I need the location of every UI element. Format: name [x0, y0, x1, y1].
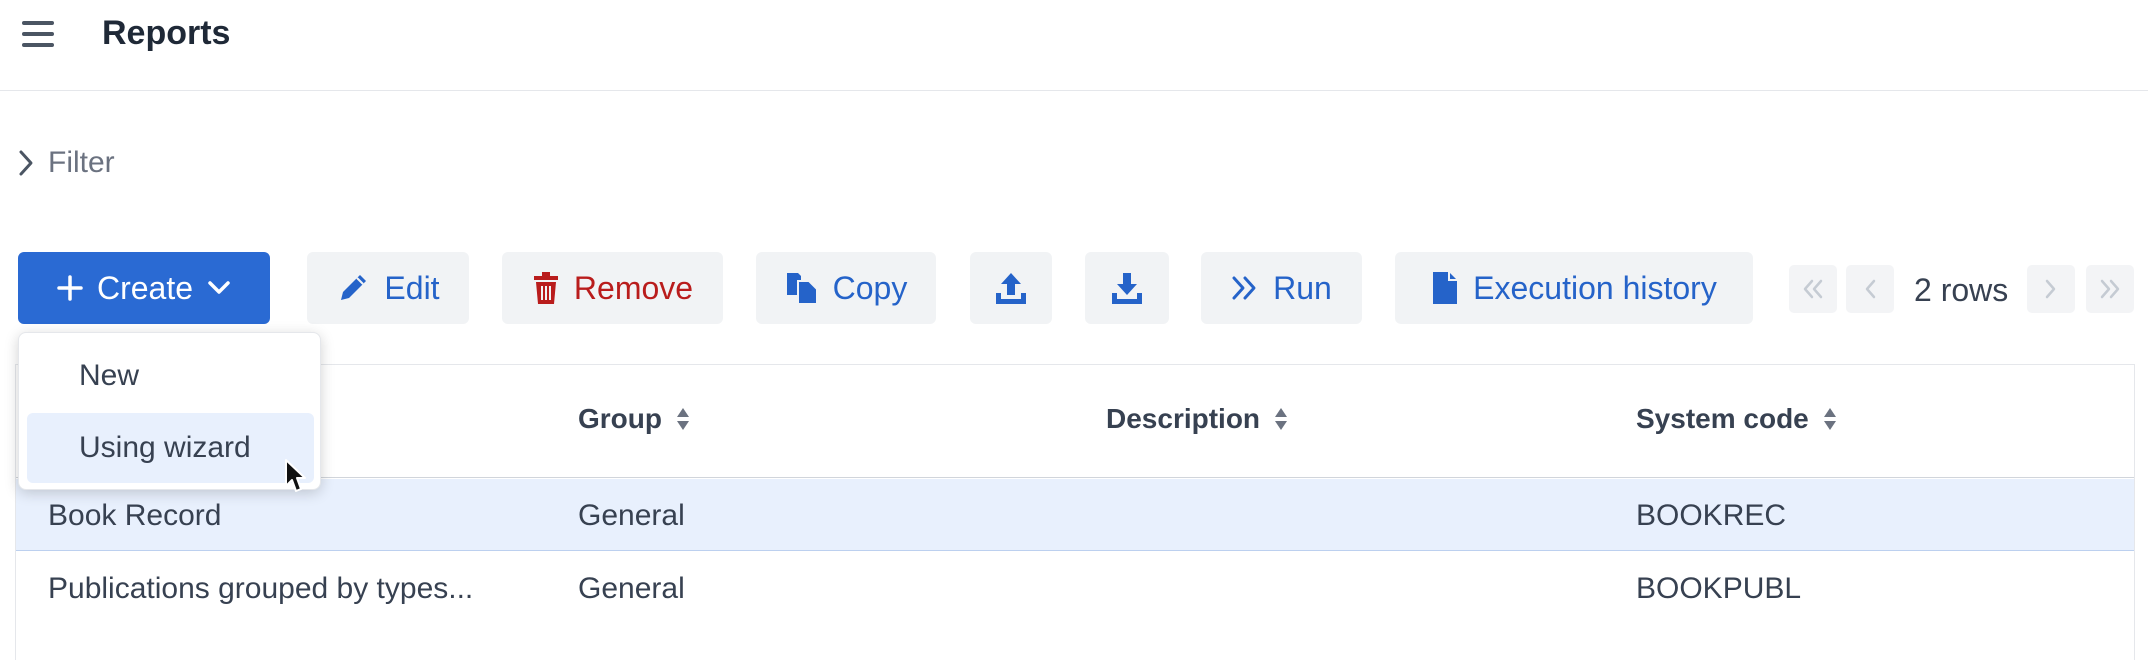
app-header: Reports — [0, 0, 2148, 91]
export-button[interactable] — [970, 252, 1052, 324]
run-label: Run — [1273, 269, 1332, 306]
filter-toggle[interactable]: Filter — [18, 146, 115, 180]
sort-icon — [1823, 408, 1836, 430]
chevron-right-icon — [2045, 279, 2056, 299]
cell-group: General — [578, 572, 685, 605]
copy-label: Copy — [832, 269, 908, 306]
remove-button[interactable]: Remove — [502, 252, 723, 324]
cell-group: General — [578, 499, 685, 532]
remove-label: Remove — [573, 269, 694, 306]
create-label: Create — [96, 269, 194, 306]
double-chevron-right-icon — [1232, 276, 1256, 300]
cell-system-code: BOOKREC — [1636, 499, 1787, 532]
table-row[interactable]: Publications grouped by types... General… — [16, 552, 2134, 624]
execution-history-label: Execution history — [1473, 269, 1717, 306]
sort-icon — [1275, 408, 1288, 430]
hamburger-menu-icon[interactable] — [22, 14, 62, 54]
import-button[interactable] — [1085, 252, 1169, 324]
first-page-button[interactable] — [1789, 265, 1837, 313]
run-button[interactable]: Run — [1201, 252, 1362, 324]
upload-icon — [996, 273, 1026, 304]
copy-button[interactable]: Copy — [756, 252, 936, 324]
chevron-down-icon — [208, 281, 230, 294]
download-icon — [1112, 273, 1142, 304]
menu-item-new[interactable]: New — [27, 341, 314, 411]
edit-label: Edit — [384, 269, 440, 306]
pencil-icon — [341, 275, 367, 300]
last-page-button[interactable] — [2086, 265, 2134, 313]
reports-table: Group Description System code Book Recor… — [15, 364, 2135, 660]
filter-label: Filter — [48, 146, 115, 179]
cell-system-code: BOOKPUBL — [1636, 572, 1802, 605]
table-row[interactable]: Book Record General BOOKREC — [16, 479, 2134, 551]
create-button[interactable]: Create — [18, 252, 270, 324]
column-header-description[interactable]: Description — [1106, 403, 1288, 435]
trash-icon — [533, 272, 558, 304]
double-chevron-right-icon — [2100, 279, 2120, 299]
column-header-group[interactable]: Group — [578, 403, 690, 435]
chevron-right-icon — [19, 150, 33, 176]
plus-icon — [57, 275, 83, 301]
cell-name: Book Record — [48, 499, 222, 532]
menu-item-using-wizard[interactable]: Using wizard — [27, 413, 314, 483]
copy-icon — [786, 273, 818, 305]
next-page-button[interactable] — [2027, 265, 2075, 313]
previous-page-button[interactable] — [1846, 265, 1894, 313]
sort-icon — [677, 408, 689, 430]
table-header: Group Description System code — [16, 365, 2134, 478]
mouse-pointer-icon — [285, 459, 306, 492]
document-icon — [1433, 272, 1458, 304]
create-dropdown-menu: New Using wizard — [18, 332, 321, 490]
cell-name: Publications grouped by types... — [48, 572, 474, 605]
execution-history-button[interactable]: Execution history — [1395, 252, 1753, 324]
page-title: Reports — [102, 14, 231, 52]
chevron-left-icon — [1865, 279, 1876, 299]
rows-count: 2 rows — [1914, 272, 2009, 308]
edit-button[interactable]: Edit — [307, 252, 469, 324]
double-chevron-left-icon — [1803, 279, 1823, 299]
column-header-system-code[interactable]: System code — [1636, 403, 1837, 435]
